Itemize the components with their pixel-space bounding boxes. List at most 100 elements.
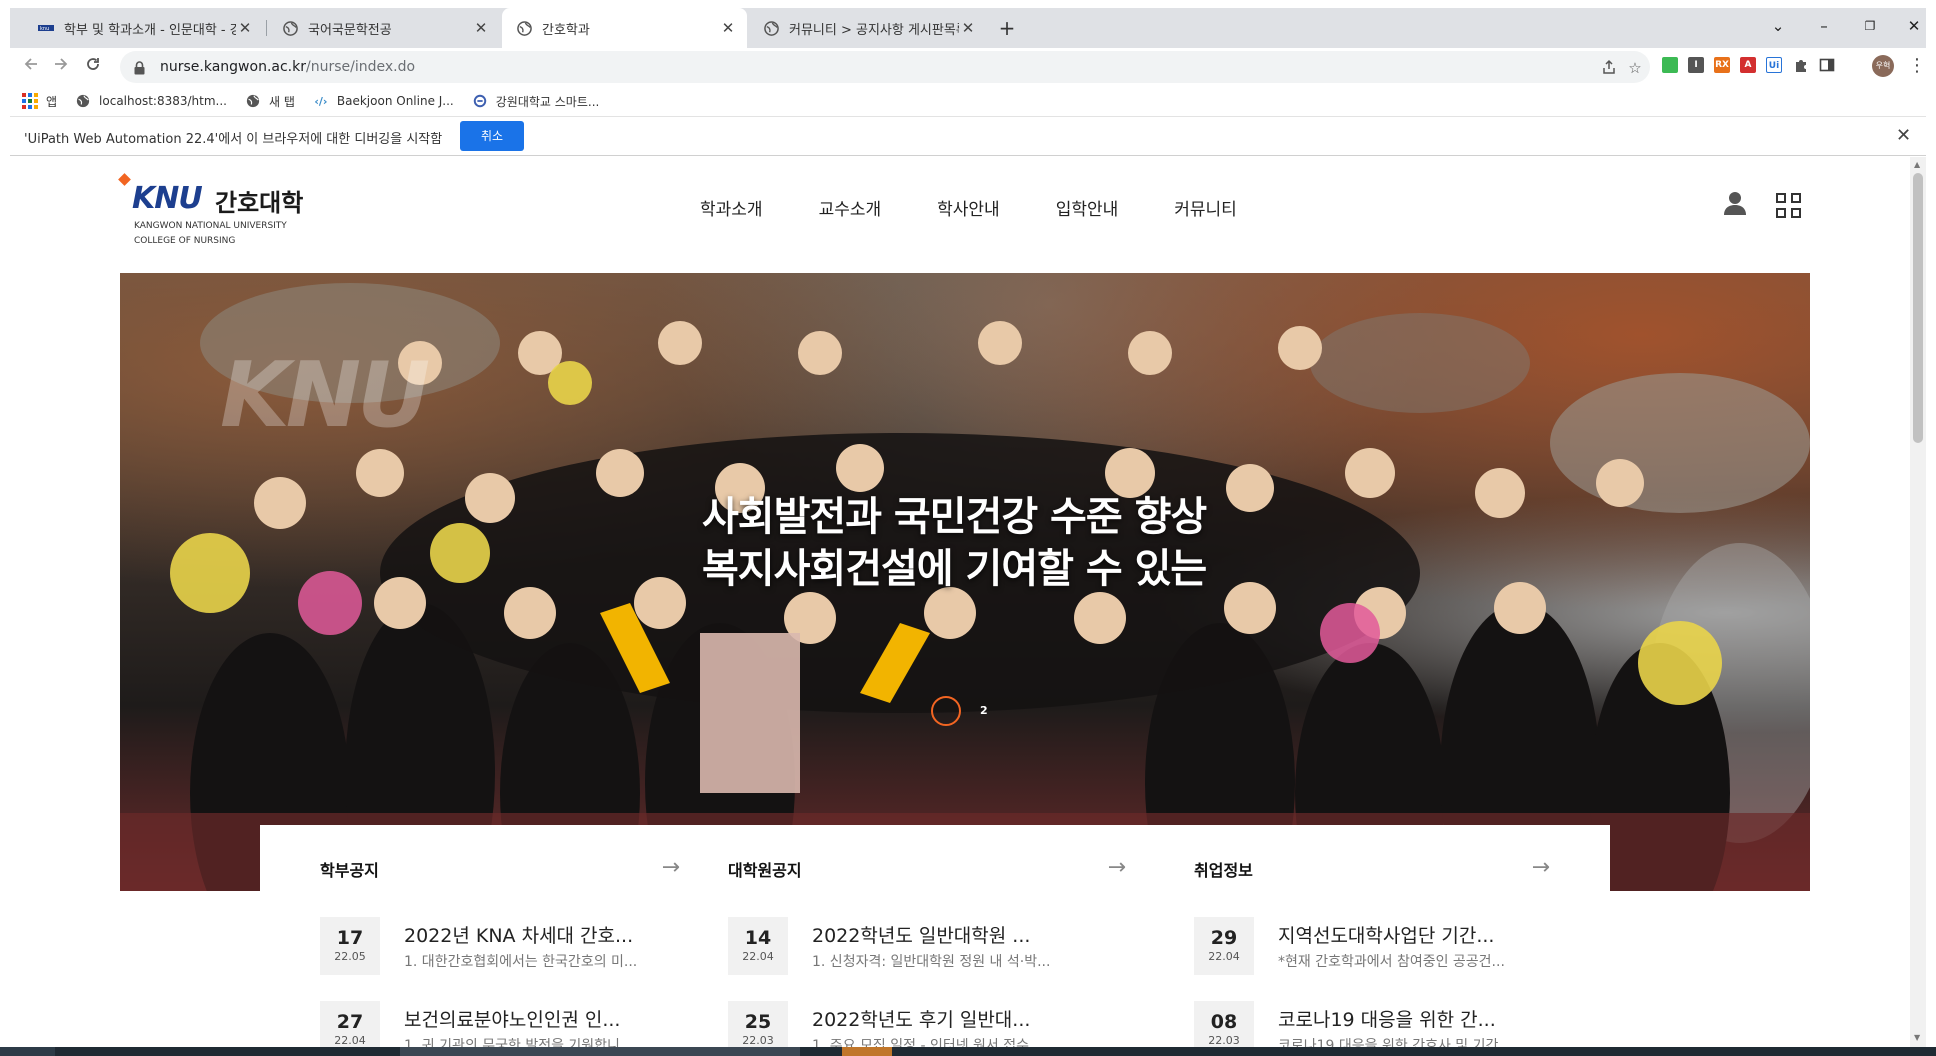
list-item[interactable]: 08 22.03 코로나19 대응을 위한 간... 코로나19 대응을 위한 간… (1194, 1001, 1554, 1047)
post-title: 2022년 KNA 차세대 간호... (404, 925, 634, 947)
list-item[interactable]: 29 22.04 지역선도대학사업단 기간... *현재 간호학과에서 참여중인 … (1194, 917, 1554, 975)
ext-green-icon[interactable] (1662, 57, 1678, 73)
tab-title: 커뮤니티 > 공지사항 게시판목록 (789, 22, 959, 38)
profile-avatar[interactable]: 우혁 (1872, 55, 1894, 77)
arrow-right-icon[interactable]: → (1108, 855, 1126, 880)
hero-caption-line2: 복지사회건설에 기여할 수 있는 (702, 546, 1207, 592)
lock-icon (134, 60, 145, 79)
post-title: 보건의료분야노인인권 인... (404, 1009, 621, 1031)
post-desc: 1. 신청자격: 일반대학원 정원 내 석·박... (812, 954, 1051, 970)
user-icon[interactable] (1724, 191, 1746, 219)
ext-dark-icon[interactable]: I (1688, 57, 1704, 73)
arrow-right-icon[interactable]: → (662, 855, 680, 880)
tab-search-button[interactable]: ⌄ (1758, 12, 1798, 40)
scroll-up-icon[interactable]: ▲ (1914, 160, 1920, 169)
list-item[interactable]: 14 22.04 2022학년도 일반대학원 ... 1. 신청자격: 일반대학원… (728, 917, 1088, 975)
share-icon[interactable] (1600, 59, 1618, 77)
forward-button[interactable] (48, 54, 74, 80)
close-window-button[interactable]: ✕ (1894, 12, 1934, 40)
slide-pager-circle[interactable] (931, 696, 961, 726)
bookmark-label: localhost:8383/htm... (99, 94, 227, 108)
bookmark-star-icon[interactable]: ☆ (1626, 59, 1644, 77)
close-tab-icon[interactable]: ✕ (236, 19, 254, 37)
url-text: nurse.kangwon.ac.kr/nurse/index.do (160, 59, 416, 75)
ext-rx-icon[interactable]: RX (1714, 57, 1730, 73)
nav-item-faculty[interactable]: 교수소개 (819, 195, 882, 220)
bookmark-label: Baekjoon Online J... (336, 94, 454, 108)
hero-banner: KNU 사회발전과 국민건강 수준 향상 복지사회건설에 기여할 수 있는 2 (120, 273, 1810, 891)
acrobat-icon[interactable]: A (1740, 57, 1756, 73)
list-item[interactable]: 25 22.03 2022학년도 후기 일반대... 1. 주요 모집 일정 - … (728, 1001, 1088, 1047)
close-tab-icon[interactable]: ✕ (959, 19, 977, 37)
forward-arrow-icon (55, 58, 68, 70)
reload-button[interactable] (80, 54, 106, 80)
hero-caption-line1: 사회발전과 국민건강 수준 향상 (702, 494, 1207, 540)
logo-college: COLLEGE OF NURSING (134, 236, 236, 246)
close-infobar-icon[interactable]: ✕ (1896, 125, 1911, 146)
list-item[interactable]: 27 22.04 보건의료분야노인인권 인... 1. 귀 기관의 무궁한 발전을… (320, 1001, 680, 1047)
uipath-extension-icon[interactable]: Ui (1766, 57, 1782, 73)
post-date: 08 22.03 (1194, 1001, 1254, 1047)
nav-item-academics[interactable]: 학사안내 (937, 195, 1000, 220)
logo-mark: KNU (132, 181, 203, 216)
taskbar-strip (0, 1047, 1936, 1056)
post-title: 2022학년도 후기 일반대... (812, 1009, 1031, 1031)
post-date: 27 22.04 (320, 1001, 380, 1047)
slide-page-number: 2 (980, 704, 988, 717)
bookmark-kangwon-smart[interactable]: 강원대학교 스마트... (472, 93, 600, 110)
board-panel: 학부공지 → 17 22.05 2022년 KNA 차세대 간호... 1. 대한… (260, 825, 1610, 1047)
puzzle-extensions-icon[interactable] (1792, 57, 1810, 75)
scrollbar-thumb[interactable] (1913, 173, 1923, 443)
globe-icon (75, 93, 91, 109)
bookmark-new-tab[interactable]: 새 탭 (245, 93, 295, 110)
board-title[interactable]: 취업정보 (1194, 857, 1253, 881)
restore-button[interactable]: ❐ (1850, 12, 1890, 40)
tab-nursing[interactable]: 간호학과 ✕ (502, 8, 747, 48)
tab-inmun[interactable]: knu 학부 및 학과소개 - 인문대학 - 강 ✕ (24, 8, 264, 48)
side-panel-icon[interactable] (1818, 57, 1836, 75)
bookmark-apps[interactable]: 앱 (22, 93, 57, 110)
new-tab-button[interactable]: + (995, 16, 1019, 40)
post-title: 2022학년도 일반대학원 ... (812, 925, 1031, 947)
board-title[interactable]: 대학원공지 (728, 857, 802, 881)
nav-item-community[interactable]: 커뮤니티 (1174, 195, 1237, 220)
post-date: 17 22.05 (320, 917, 380, 975)
board-header: 취업정보 → (1194, 855, 1550, 881)
bookmark-localhost[interactable]: localhost:8383/htm... (75, 93, 227, 109)
tab-korean[interactable]: 국어국문학전공 ✕ (268, 8, 500, 48)
minimize-button[interactable]: – (1804, 12, 1844, 40)
back-arrow-icon (24, 58, 37, 70)
nav-item-department[interactable]: 학과소개 (700, 195, 763, 220)
board-title[interactable]: 학부공지 (320, 857, 379, 881)
more-menu-icon[interactable]: ⋮ (1908, 54, 1926, 80)
tab-title: 국어국문학전공 (308, 22, 392, 38)
post-date: 29 22.04 (1194, 917, 1254, 975)
bookmark-baekjoon[interactable]: ‹/› Baekjoon Online J... (313, 93, 454, 109)
address-bar[interactable]: nurse.kangwon.ac.kr/nurse/index.do ☆ (120, 51, 1650, 83)
bookmark-label: 새 탭 (268, 94, 295, 109)
logo-university: KANGWON NATIONAL UNIVERSITY (134, 221, 287, 231)
code-icon: ‹/› (314, 94, 328, 108)
debug-infobar: 'UiPath Web Automation 22.4'에서 이 브라우저에 대… (10, 116, 1926, 156)
scroll-down-icon[interactable]: ▼ (1914, 1033, 1920, 1042)
arrow-right-icon[interactable]: → (1532, 855, 1550, 880)
back-button[interactable] (18, 54, 44, 80)
close-tab-icon[interactable]: ✕ (719, 19, 737, 37)
tab-community[interactable]: 커뮤니티 > 공지사항 게시판목록 ✕ (749, 8, 987, 48)
globe-icon (516, 20, 532, 36)
taskbar-segment (400, 1047, 800, 1056)
page-viewport: KNU 간호대학 KANGWON NATIONAL UNIVERSITY COL… (10, 157, 1910, 1047)
bookmark-label: 강원대학교 스마트... (495, 94, 600, 109)
close-tab-icon[interactable]: ✕ (472, 19, 490, 37)
globe-icon (245, 93, 261, 109)
list-item[interactable]: 17 22.05 2022년 KNA 차세대 간호... 1. 대한간호협회에서는… (320, 917, 680, 975)
browser-toolbar: nurse.kangwon.ac.kr/nurse/index.do ☆ I R… (10, 48, 1926, 86)
cancel-debug-button[interactable]: 취소 (460, 121, 524, 151)
post-desc: *현재 간호학과에서 참여중인 공공건... (1278, 954, 1505, 970)
bookmark-label: 앱 (46, 94, 58, 109)
sitemap-grid-icon[interactable] (1776, 193, 1801, 218)
circle-icon (472, 93, 488, 109)
logo-diamond (118, 173, 131, 186)
page-scrollbar[interactable]: ▲ ▼ (1910, 157, 1926, 1047)
nav-item-admissions[interactable]: 입학안내 (1056, 195, 1119, 220)
